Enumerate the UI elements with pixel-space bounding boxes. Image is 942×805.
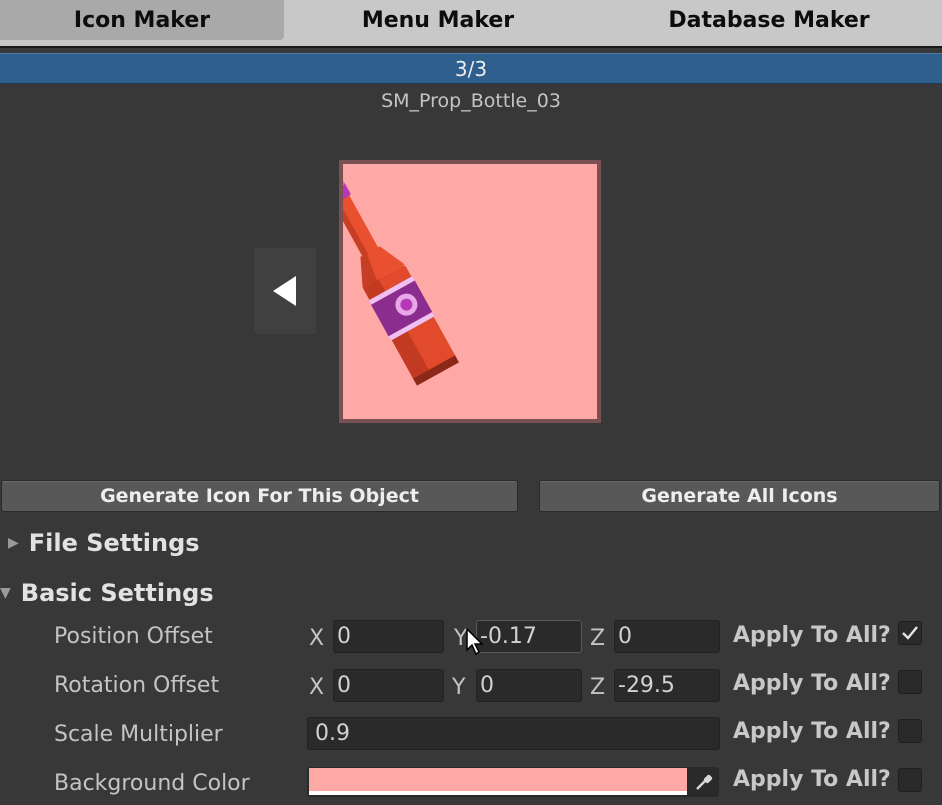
- rotation-apply-checkbox[interactable]: [898, 670, 922, 694]
- previous-object-button[interactable]: [254, 248, 316, 334]
- prev-arrow-icon: [273, 276, 296, 306]
- chevron-right-icon: ▶: [8, 535, 19, 551]
- bottle-icon: [343, 180, 459, 386]
- position-x-field[interactable]: 0: [333, 620, 444, 653]
- chevron-down-icon: ▼: [0, 585, 11, 601]
- position-offset-label: Position Offset: [54, 624, 213, 649]
- position-apply-checkbox[interactable]: [898, 621, 922, 645]
- tab-bar: Icon Maker Menu Maker Database Maker: [0, 0, 942, 48]
- tab-icon-maker[interactable]: Icon Maker: [0, 0, 284, 40]
- rotation-apply-label: Apply To All?: [733, 671, 891, 696]
- progress-bar: 3/3: [0, 53, 942, 84]
- rotation-z-field[interactable]: -29.5: [614, 669, 720, 702]
- eyedropper-icon[interactable]: [691, 769, 717, 795]
- background-color-field[interactable]: [307, 767, 719, 797]
- background-apply-checkbox[interactable]: [898, 768, 922, 792]
- position-x-label: X: [309, 626, 325, 651]
- scale-apply-checkbox[interactable]: [898, 719, 922, 743]
- rotation-z-label: Z: [590, 675, 606, 700]
- generate-icon-button[interactable]: Generate Icon For This Object: [1, 480, 518, 512]
- tab-menu-maker[interactable]: Menu Maker: [290, 0, 586, 40]
- generate-all-icons-button[interactable]: Generate All Icons: [539, 480, 940, 512]
- position-y-field[interactable]: -0.17: [476, 620, 582, 653]
- rotation-y-field[interactable]: 0: [476, 669, 582, 702]
- position-z-label: Z: [590, 626, 606, 651]
- background-apply-label: Apply To All?: [733, 767, 891, 792]
- rotation-x-field[interactable]: 0: [333, 669, 444, 702]
- object-name: SM_Prop_Bottle_03: [381, 90, 561, 112]
- position-apply-label: Apply To All?: [733, 623, 891, 648]
- file-settings-foldout[interactable]: ▶ File Settings: [8, 526, 200, 560]
- basic-settings-label: Basic Settings: [20, 579, 214, 607]
- mouse-cursor-icon: [466, 628, 484, 656]
- file-settings-label: File Settings: [28, 529, 200, 557]
- scale-multiplier-label: Scale Multiplier: [54, 722, 223, 747]
- scale-multiplier-field[interactable]: 0.9: [307, 717, 720, 750]
- progress-text: 3/3: [454, 56, 488, 81]
- position-z-field[interactable]: 0: [614, 620, 720, 653]
- scale-apply-label: Apply To All?: [733, 719, 891, 744]
- background-color-label: Background Color: [54, 771, 250, 796]
- rotation-y-label: Y: [452, 675, 466, 700]
- icon-preview: [339, 160, 601, 423]
- rotation-offset-label: Rotation Offset: [54, 673, 220, 698]
- checkmark-icon: [902, 626, 918, 640]
- alpha-strip: [309, 791, 687, 795]
- tab-database-maker[interactable]: Database Maker: [596, 0, 942, 40]
- rotation-x-label: X: [309, 675, 325, 700]
- basic-settings-foldout[interactable]: ▼ Basic Settings: [0, 576, 214, 610]
